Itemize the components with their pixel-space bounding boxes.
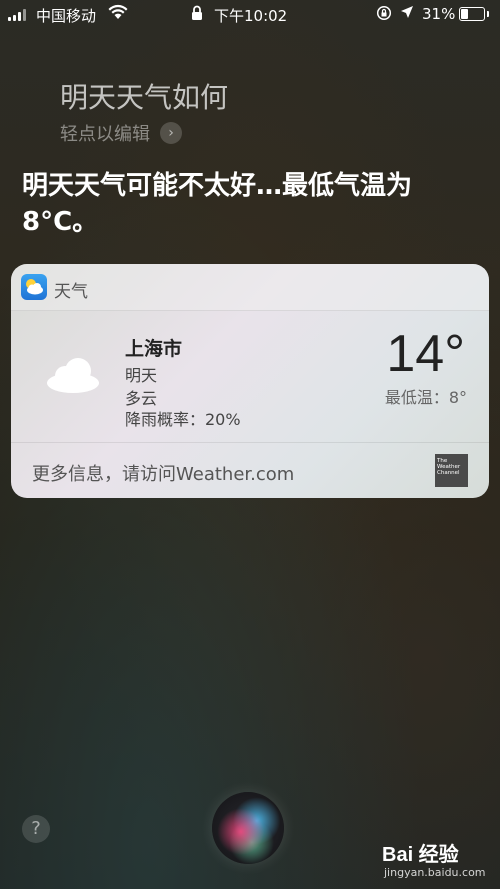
app-name: 天气: [54, 282, 88, 302]
card-header: 天气: [11, 264, 489, 311]
weather-channel-logo: The Weather Channel: [435, 454, 468, 487]
status-bar: 中国移动 下午10:02 31%: [0, 0, 500, 28]
battery-icon: [459, 7, 489, 21]
chevron-right-icon: ›: [160, 122, 182, 144]
temperature: 14°: [386, 325, 465, 383]
tap-to-edit-button[interactable]: 轻点以编辑 ›: [60, 120, 182, 146]
more-info-link[interactable]: 更多信息，请访问Weather.com: [32, 460, 294, 486]
siri-query[interactable]: 明天天气如何: [60, 76, 228, 116]
battery-percent: 31%: [422, 5, 456, 23]
tap-to-edit-label: 轻点以编辑: [60, 124, 150, 145]
weather-card[interactable]: 天气 上海市 明天 多云 降雨概率：20% 14° 最低温：8° 更多信息，请访…: [11, 264, 489, 498]
location-icon: [400, 5, 414, 23]
wifi-icon: [108, 4, 128, 24]
rain-probability: 降雨概率：20%: [125, 410, 241, 429]
low-temperature: 最低温：8°: [384, 388, 467, 407]
siri-answer: 明天天气可能不太好…最低气温为8°C。: [22, 171, 413, 237]
siri-orb-button[interactable]: [212, 792, 284, 864]
baidu-watermark: Bai 经验: [382, 844, 459, 866]
help-button[interactable]: ?: [22, 815, 50, 843]
card-divider: [11, 442, 489, 443]
rotation-lock-icon: [376, 5, 392, 25]
city-name: 上海市: [125, 338, 183, 360]
lock-icon: [191, 5, 203, 25]
watermark-url: jingyan.baidu.com: [384, 866, 486, 879]
clock: 下午10:02: [214, 7, 288, 25]
carrier-label: 中国移动: [36, 7, 97, 25]
cloudy-icon: [45, 354, 101, 398]
weather-app-icon: [21, 274, 47, 300]
forecast-day: 明天: [125, 366, 158, 385]
